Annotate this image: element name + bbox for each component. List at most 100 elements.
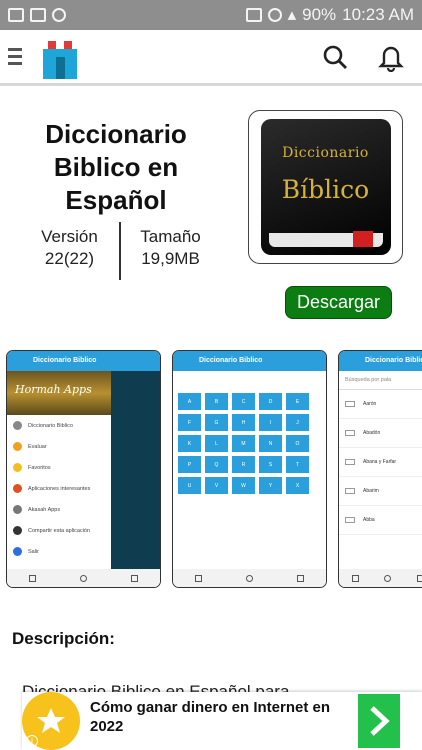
entry-label: Abana y Farfar <box>363 459 397 465</box>
menu-item-icon <box>13 505 22 514</box>
letter-tile: H <box>232 414 255 431</box>
drawer-menu-label: Diccionario Biblico <box>28 422 73 429</box>
app-icon-card: Diccionario Bíblico <box>248 110 403 264</box>
screenshot-bar-title: Diccionario Biblico <box>173 351 326 371</box>
drawer-menu-item: Aplicaciones interesantes <box>7 478 111 499</box>
status-bar: ▴ 90% 10:23 AM <box>0 0 422 30</box>
chevron-right-icon[interactable] <box>358 694 400 748</box>
ad-banner[interactable]: i Cómo ganar dinero en Internet en 2022 <box>22 692 422 750</box>
letter-tile: W <box>232 477 255 494</box>
letter-tile: L <box>205 435 228 452</box>
menu-item-icon <box>13 547 22 556</box>
book-icon <box>345 517 355 523</box>
drawer-menu-label: Akasah Apps <box>28 506 61 513</box>
app-title: Diccionario Biblico en Español <box>45 119 187 215</box>
letter-tile: K <box>178 435 201 452</box>
letter-tile: V <box>205 477 228 494</box>
letter-grid: ABCDE FGHIJ KLMNO PQRST UVWYX <box>178 393 309 494</box>
menu-icon[interactable] <box>8 29 30 85</box>
letter-tile: J <box>286 414 309 431</box>
letter-tile: R <box>232 456 255 473</box>
app-bar <box>0 30 422 86</box>
letter-tile: X <box>286 477 309 494</box>
letter-tile: E <box>286 393 309 410</box>
dictionary-entry: Abadón <box>339 419 422 448</box>
gallery-icon <box>8 8 24 22</box>
screenshot-nav <box>173 569 326 587</box>
screenshot-1[interactable]: Diccionario Biblico Hormah Apps Dicciona… <box>6 350 161 588</box>
menu-item-icon <box>13 421 22 430</box>
version-info: Versión 22(22) <box>20 226 119 282</box>
drawer-menu-item: Salir <box>7 541 111 562</box>
cast-icon <box>245 8 262 22</box>
letter-tile: U <box>178 477 201 494</box>
mail-icon <box>30 8 46 22</box>
menu-item-icon <box>13 442 22 451</box>
letter-tile: C <box>232 393 255 410</box>
letter-tile: D <box>259 393 282 410</box>
dictionary-entry: Aarón <box>339 390 422 419</box>
dictionary-entry: Abana y Farfar <box>339 448 422 477</box>
book-icon <box>345 488 355 494</box>
signal-icon: ▴ <box>287 5 297 24</box>
letter-tile: O <box>286 435 309 452</box>
size-label: Tamaño <box>140 227 201 246</box>
book-icon <box>345 401 355 407</box>
drawer-menu-item: Akasah Apps <box>7 499 111 520</box>
letter-tile: M <box>232 435 255 452</box>
drawer-menu-item: Compartir esta aplicación <box>7 520 111 541</box>
screenshot-nav <box>7 569 160 587</box>
drawer-menu-item: Diccionario Biblico <box>7 415 111 436</box>
battery-level: 90% <box>302 5 337 24</box>
alarm-icon <box>267 8 282 22</box>
letter-tile: G <box>205 414 228 431</box>
screenshot-search: Búsqueda por pala <box>339 371 422 390</box>
clock: 10:23 AM <box>342 5 414 24</box>
drawer-menu-label: Favoritos <box>28 464 51 471</box>
ad-headline[interactable]: Cómo ganar dinero en Internet en 2022 <box>90 698 360 736</box>
download-button[interactable]: Descargar <box>285 286 392 319</box>
entry-label: Abadón <box>363 430 381 436</box>
letter-tile: B <box>205 393 228 410</box>
letter-tile: F <box>178 414 201 431</box>
screenshot-3[interactable]: Diccionario Biblico Búsqueda por pala Aa… <box>338 350 422 588</box>
screenshot-2[interactable]: Diccionario Biblico ABCDE FGHIJ KLMNO PQRST… <box>172 350 327 588</box>
letter-tile: S <box>259 456 282 473</box>
drawer-menu-label: Aplicaciones interesantes <box>28 485 91 492</box>
drawer-menu-label: Compartir esta aplicación <box>28 527 91 534</box>
drawer-menu-item: Favoritos <box>7 457 111 478</box>
ad-info-icon[interactable]: i <box>26 735 38 747</box>
screenshot-bar-title: Diccionario Biblico <box>339 351 422 371</box>
app-icon: Diccionario Bíblico <box>260 119 391 255</box>
drawer-menu-label: Evaluar <box>28 443 47 450</box>
drawer-menu-label: Salir <box>28 548 40 555</box>
letter-tile: Y <box>259 477 282 494</box>
letter-tile: N <box>259 435 282 452</box>
dictionary-entry: Abba <box>339 506 422 535</box>
letter-tile: A <box>178 393 201 410</box>
size-value: 19,9MB <box>141 249 200 268</box>
entry-label: Abarim <box>363 488 379 494</box>
bell-icon[interactable] <box>376 42 406 72</box>
entry-label: Aarón <box>363 401 377 407</box>
screenshot-bar-title: Diccionario Biblico <box>7 351 160 371</box>
version-label: Versión <box>41 227 98 246</box>
app-meta: Versión 22(22) Tamaño 19,9MB <box>20 222 220 282</box>
search-icon[interactable] <box>320 42 350 72</box>
letter-tile: T <box>286 456 309 473</box>
screenshot-nav <box>339 569 422 587</box>
description-heading: Descripción: <box>12 629 115 648</box>
entry-label: Abba <box>363 517 375 523</box>
version-value: 22(22) <box>44 249 95 268</box>
notification-icon <box>52 8 66 22</box>
dictionary-entry: Abarim <box>339 477 422 506</box>
book-icon <box>345 430 355 436</box>
store-logo-icon[interactable] <box>34 33 86 81</box>
letter-tile: I <box>259 414 282 431</box>
drawer-menu-item: Evaluar <box>7 436 111 457</box>
drawer-overlay <box>111 371 160 569</box>
letter-tile: P <box>178 456 201 473</box>
size-info: Tamaño 19,9MB <box>121 226 220 282</box>
letter-tile: Q <box>205 456 228 473</box>
book-icon <box>345 459 355 465</box>
